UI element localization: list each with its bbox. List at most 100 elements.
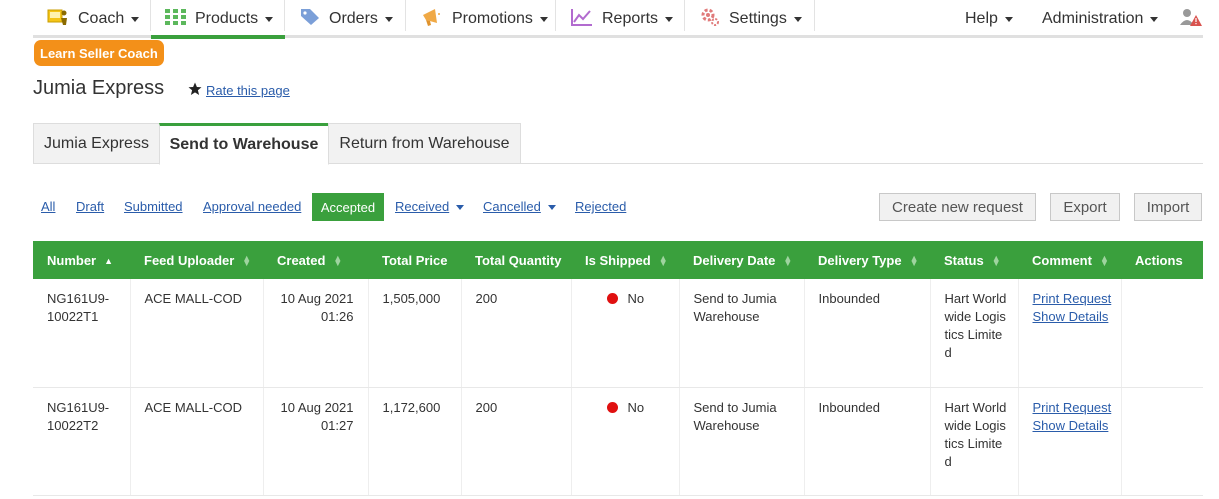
page-title: Jumia Express bbox=[33, 77, 165, 99]
import-button[interactable]: Import bbox=[1134, 193, 1202, 221]
tab-bar: Jumia Express Send to Warehouse Return f… bbox=[33, 123, 1203, 165]
col-status[interactable]: Status ▲ ▼ bbox=[930, 241, 1018, 279]
nav-settings[interactable]: Settings bbox=[700, 0, 802, 38]
export-button[interactable]: Export bbox=[1050, 193, 1120, 221]
divider bbox=[684, 0, 685, 31]
nav-help[interactable]: Help bbox=[965, 0, 1013, 38]
tab-send-to-warehouse[interactable]: Send to Warehouse bbox=[159, 123, 329, 165]
nav-administration-label: Administration bbox=[1042, 10, 1144, 27]
cell-delivery-type: Inbounded bbox=[804, 279, 931, 388]
cell-quantity: 200 bbox=[461, 387, 572, 496]
sort-icon: ▲ ▼ bbox=[333, 253, 343, 269]
col-delivery-date[interactable]: Delivery Date ▲ ▼ bbox=[679, 241, 804, 279]
cell-actions bbox=[1121, 279, 1203, 388]
show-details-link[interactable]: Show Details bbox=[1033, 417, 1113, 435]
col-total-price: Total Price bbox=[368, 241, 461, 279]
nav-coach[interactable]: Coach bbox=[47, 0, 140, 38]
cell-shipped-label: No bbox=[627, 291, 645, 306]
col-number[interactable]: Number ▲ bbox=[33, 241, 130, 279]
nav-administration[interactable]: Administration bbox=[1042, 0, 1159, 38]
nav-products[interactable]: Products bbox=[165, 0, 274, 38]
col-comment[interactable]: Comment ▲ ▼ bbox=[1018, 241, 1121, 279]
filter-draft[interactable]: Draft bbox=[76, 199, 104, 214]
filter-all[interactable]: All bbox=[41, 199, 55, 214]
tab-return-from-warehouse[interactable]: Return from Warehouse bbox=[328, 123, 521, 164]
table-header: Number ▲ Feed Uploader ▲ ▼ Created ▲ ▼ Total … bbox=[33, 241, 1203, 279]
col-is-shipped-label: Is Shipped bbox=[585, 252, 651, 268]
cell-status: Hart Worldwide Logistics Limited bbox=[930, 279, 1019, 388]
cell-price: 1,172,600 bbox=[368, 387, 462, 496]
col-created[interactable]: Created ▲ ▼ bbox=[263, 241, 368, 279]
sort-asc-icon: ▲ bbox=[104, 255, 114, 266]
nav-orders[interactable]: Orders bbox=[300, 0, 393, 38]
megaphone-icon bbox=[421, 7, 443, 32]
sort-icon: ▲ ▼ bbox=[1099, 253, 1109, 269]
chevron-down-icon bbox=[793, 16, 802, 22]
cell-comment: Print Request Show Details bbox=[1018, 387, 1122, 496]
print-request-link[interactable]: Print Request bbox=[1033, 290, 1113, 308]
filter-rejected[interactable]: Rejected bbox=[575, 199, 626, 214]
cell-delivery-date: Send to Jumia Warehouse bbox=[679, 279, 805, 388]
user-warning-icon bbox=[1179, 7, 1203, 32]
cell-shipped: No bbox=[571, 279, 680, 388]
sort-icon: ▲ ▼ bbox=[658, 253, 668, 269]
divider bbox=[150, 0, 151, 31]
filter-cancelled[interactable]: Cancelled bbox=[483, 199, 556, 214]
nav-orders-label: Orders bbox=[329, 10, 378, 27]
rate-page: Rate this page bbox=[188, 82, 290, 99]
cell-shipped-label: No bbox=[627, 399, 645, 415]
nav-reports[interactable]: Reports bbox=[571, 0, 674, 38]
filter-received[interactable]: Received bbox=[395, 199, 465, 214]
nav-reports-label: Reports bbox=[602, 10, 659, 27]
tag-icon bbox=[300, 8, 320, 31]
gear-icon bbox=[700, 7, 720, 32]
chevron-down-icon bbox=[539, 16, 548, 22]
table-row: NG161U9-10022T1 ACE MALL-COD 10 Aug 2021… bbox=[33, 279, 1203, 388]
chart-icon bbox=[571, 8, 593, 31]
nav-help-label: Help bbox=[965, 10, 998, 27]
cell-actions bbox=[1121, 387, 1203, 496]
user-menu[interactable] bbox=[1179, 0, 1203, 38]
filter-received-label: Received bbox=[395, 199, 450, 214]
col-feed-uploader[interactable]: Feed Uploader ▲ ▼ bbox=[130, 241, 263, 279]
top-nav: Coach Products Orders Promotions Reports… bbox=[33, 0, 1203, 39]
col-comment-label: Comment bbox=[1032, 252, 1092, 268]
nav-products-label: Products bbox=[195, 10, 259, 27]
nav-settings-label: Settings bbox=[729, 10, 787, 27]
cell-created: 10 Aug 2021 01:26 bbox=[263, 279, 369, 388]
coach-icon bbox=[47, 8, 69, 31]
cell-uploader: ACE MALL-COD bbox=[130, 279, 264, 388]
col-number-label: Number bbox=[47, 252, 97, 268]
cell-status: Hart Worldwide Logistics Limited bbox=[930, 387, 1019, 496]
cell-delivery-date: Send to Jumia Warehouse bbox=[679, 387, 805, 496]
divider bbox=[555, 0, 556, 31]
filter-approval-needed[interactable]: Approval needed bbox=[203, 199, 301, 214]
print-request-link[interactable]: Print Request bbox=[1033, 399, 1113, 417]
show-details-link[interactable]: Show Details bbox=[1033, 308, 1113, 326]
col-is-shipped[interactable]: Is Shipped ▲ ▼ bbox=[571, 241, 679, 279]
cell-number: NG161U9-10022T2 bbox=[33, 387, 131, 496]
chevron-down-icon bbox=[456, 205, 465, 211]
sort-icon: ▲ ▼ bbox=[783, 253, 793, 269]
cell-shipped: No bbox=[571, 387, 680, 496]
cell-number: NG161U9-10022T1 bbox=[33, 279, 131, 388]
col-created-label: Created bbox=[277, 252, 326, 268]
nav-promotions-label: Promotions bbox=[452, 10, 533, 27]
filter-submitted[interactable]: Submitted bbox=[124, 199, 183, 214]
status-dot-icon bbox=[606, 401, 618, 413]
col-status-label: Status bbox=[944, 252, 984, 268]
divider bbox=[284, 0, 285, 31]
tab-jumia-express[interactable]: Jumia Express bbox=[33, 123, 160, 164]
cell-created: 10 Aug 2021 01:27 bbox=[263, 387, 369, 496]
col-delivery-date-label: Delivery Date bbox=[693, 252, 776, 268]
table-row: NG161U9-10022T2 ACE MALL-COD 10 Aug 2021… bbox=[33, 387, 1203, 496]
create-new-request-button[interactable]: Create new request bbox=[879, 193, 1036, 221]
col-delivery-type[interactable]: Delivery Type ▲ ▼ bbox=[804, 241, 930, 279]
chevron-down-icon bbox=[1150, 16, 1159, 22]
nav-promotions[interactable]: Promotions bbox=[421, 0, 548, 38]
filter-accepted[interactable]: Accepted bbox=[312, 193, 384, 221]
status-dot-icon bbox=[606, 293, 618, 304]
chevron-down-icon bbox=[265, 16, 274, 22]
rate-page-link[interactable]: Rate this page bbox=[206, 83, 290, 98]
learn-seller-coach-badge[interactable]: Learn Seller Coach bbox=[34, 40, 164, 66]
